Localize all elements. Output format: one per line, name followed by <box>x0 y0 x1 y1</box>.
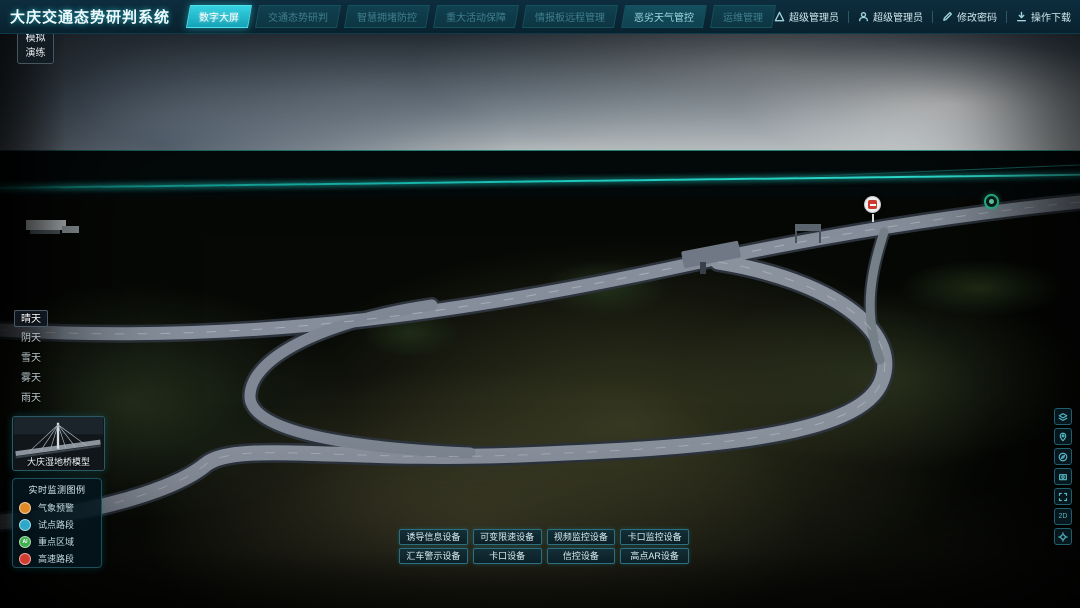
tab-severe-weather[interactable]: 恶劣天气管控 <box>621 5 707 28</box>
user-zone: 超级管理员 超级管理员 修改密码 操作下载 <box>774 9 1080 24</box>
weather-warning-icon <box>19 502 31 514</box>
device-button-variable-speed[interactable]: 可变限速设备 <box>473 529 542 545</box>
role-badge-icon <box>774 11 785 22</box>
2d-label: 2D <box>1059 513 1068 520</box>
tab-infoboard-management[interactable]: 情报板远程管理 <box>522 5 618 28</box>
divider <box>932 11 933 23</box>
person-icon <box>858 11 869 22</box>
manual-download-button[interactable]: 操作下载 <box>1016 9 1071 24</box>
pencil-icon <box>942 11 953 22</box>
tab-ops-management[interactable]: 运维管理 <box>710 5 776 28</box>
map-tool-compass[interactable] <box>1054 448 1072 465</box>
legend-item-weather-warning[interactable]: 气象预警 <box>19 499 95 516</box>
toll-station-marker[interactable] <box>864 196 881 213</box>
map-tool-location[interactable] <box>1054 428 1072 445</box>
camera-marker[interactable] <box>984 194 999 209</box>
user-account[interactable]: 超级管理员 <box>858 9 923 24</box>
map-tool-fullscreen[interactable] <box>1054 488 1072 505</box>
sim-button-line1: 模拟 <box>18 32 53 47</box>
weather-option-sunny[interactable]: 晴天 <box>14 310 48 327</box>
toll-sign-icon <box>868 200 877 209</box>
weather-selector: 晴天 阴天 雪天 雾天 雨天 <box>14 310 48 407</box>
legend-title: 实时监测图例 <box>19 483 95 496</box>
fullscreen-icon <box>1058 492 1068 502</box>
app-title: 大庆交通态势研判系统 <box>10 6 170 27</box>
monitoring-legend-panel: 实时监测图例 气象预警 试点路段 AI 重点区域 高速路段 <box>12 478 102 568</box>
app-window: 大庆交通态势研判系统 数字大屏 交通态势研判 智慧拥堵防控 重大活动保障 情报板… <box>0 0 1080 608</box>
weather-option-cloudy[interactable]: 阴天 <box>14 330 48 347</box>
buildings <box>26 220 79 234</box>
device-button-guidance-info[interactable]: 诱导信息设备 <box>399 529 468 545</box>
tab-event-support[interactable]: 重大活动保障 <box>433 5 519 28</box>
device-button-signal-control[interactable]: 信控设备 <box>547 548 616 564</box>
bridge-model-card[interactable]: 大庆湿地桥模型 <box>12 416 105 471</box>
pilot-road-icon <box>19 519 31 531</box>
map-tool-layers[interactable] <box>1054 408 1072 425</box>
legend-item-pilot-road[interactable]: 试点路段 <box>19 516 95 533</box>
divider <box>1006 11 1007 23</box>
legend-item-highway[interactable]: 高速路段 <box>19 550 95 567</box>
weather-option-rain[interactable]: 雨天 <box>14 390 48 407</box>
nav-tabs: 数字大屏 交通态势研判 智慧拥堵防控 重大活动保障 情报板远程管理 恶劣天气管控… <box>188 5 774 28</box>
device-button-checkpoint[interactable]: 卡口设备 <box>473 548 542 564</box>
map-tool-2d-toggle[interactable]: 2D <box>1054 508 1072 525</box>
camera-dot-icon <box>989 199 994 204</box>
weather-option-snow[interactable]: 雪天 <box>14 350 48 367</box>
tab-digital-screen[interactable]: 数字大屏 <box>186 5 252 28</box>
device-button-checkpoint-monitor[interactable]: 卡口监控设备 <box>620 529 689 545</box>
device-button-merge-warning[interactable]: 汇车警示设备 <box>399 548 468 564</box>
download-icon <box>1016 11 1027 22</box>
map-tool-locate[interactable] <box>1054 528 1072 545</box>
sim-button-line2: 演练 <box>18 47 53 62</box>
simulation-drill-button[interactable]: 模拟 演练 <box>17 29 54 64</box>
location-pin-icon <box>1058 432 1068 442</box>
locate-icon <box>1058 532 1068 542</box>
key-area-ai-icon: AI <box>19 536 31 548</box>
device-button-highpoint-ar[interactable]: 高点AR设备 <box>620 548 689 564</box>
tab-traffic-analysis[interactable]: 交通态势研判 <box>255 5 341 28</box>
interchange-roads <box>0 34 1080 608</box>
user-role-badge[interactable]: 超级管理员 <box>774 9 839 24</box>
change-password-button[interactable]: 修改密码 <box>942 9 997 24</box>
device-button-video-surveillance[interactable]: 视频监控设备 <box>547 529 616 545</box>
map-toolbar: 2D <box>1054 408 1072 545</box>
tab-congestion-control[interactable]: 智慧拥堵防控 <box>344 5 430 28</box>
device-row-1: 诱导信息设备 可变限速设备 视频监控设备 卡口监控设备 <box>399 529 689 545</box>
bridge-model-caption: 大庆湿地桥模型 <box>13 455 104 468</box>
map-3d-scene[interactable] <box>0 34 1080 608</box>
top-navigation-bar: 大庆交通态势研判系统 数字大屏 交通态势研判 智慧拥堵防控 重大活动保障 情报板… <box>0 0 1080 34</box>
weather-option-fog[interactable]: 雾天 <box>14 370 48 387</box>
capture-icon <box>1058 472 1068 482</box>
compass-icon <box>1058 452 1068 462</box>
device-filter-panel: 诱导信息设备 可变限速设备 视频监控设备 卡口监控设备 汇车警示设备 卡口设备 … <box>399 529 689 564</box>
legend-item-key-area[interactable]: AI 重点区域 <box>19 533 95 550</box>
map-tool-capture[interactable] <box>1054 468 1072 485</box>
divider <box>848 11 849 23</box>
layers-icon <box>1058 412 1068 422</box>
highway-icon <box>19 553 31 565</box>
device-row-2: 汇车警示设备 卡口设备 信控设备 高点AR设备 <box>399 548 689 564</box>
